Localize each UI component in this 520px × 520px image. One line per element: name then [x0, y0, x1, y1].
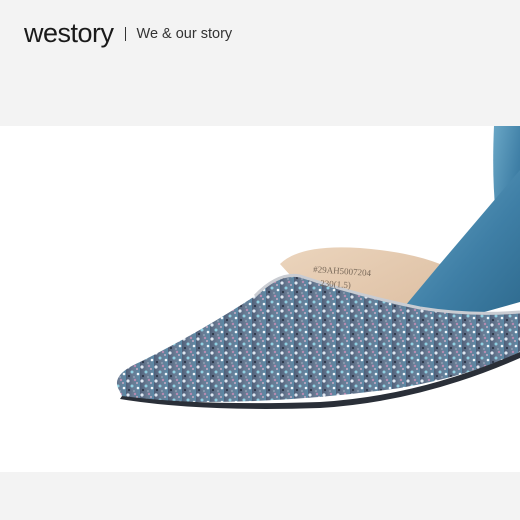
shoe-quarter	[400, 170, 520, 316]
brand-logo[interactable]: westory	[24, 18, 114, 49]
brand: westory We & our story	[24, 18, 232, 49]
brand-divider	[124, 26, 126, 41]
shoe-illustration: #29AH5007204 230(1.5)	[117, 126, 520, 409]
product-photo: #29AH5007204 230(1.5)	[0, 126, 520, 472]
insole-label-size: 230(1.5)	[320, 278, 351, 290]
brand-tagline: We & our story	[136, 25, 233, 42]
header: westory We & our story	[0, 0, 520, 126]
footer-band	[0, 472, 520, 520]
